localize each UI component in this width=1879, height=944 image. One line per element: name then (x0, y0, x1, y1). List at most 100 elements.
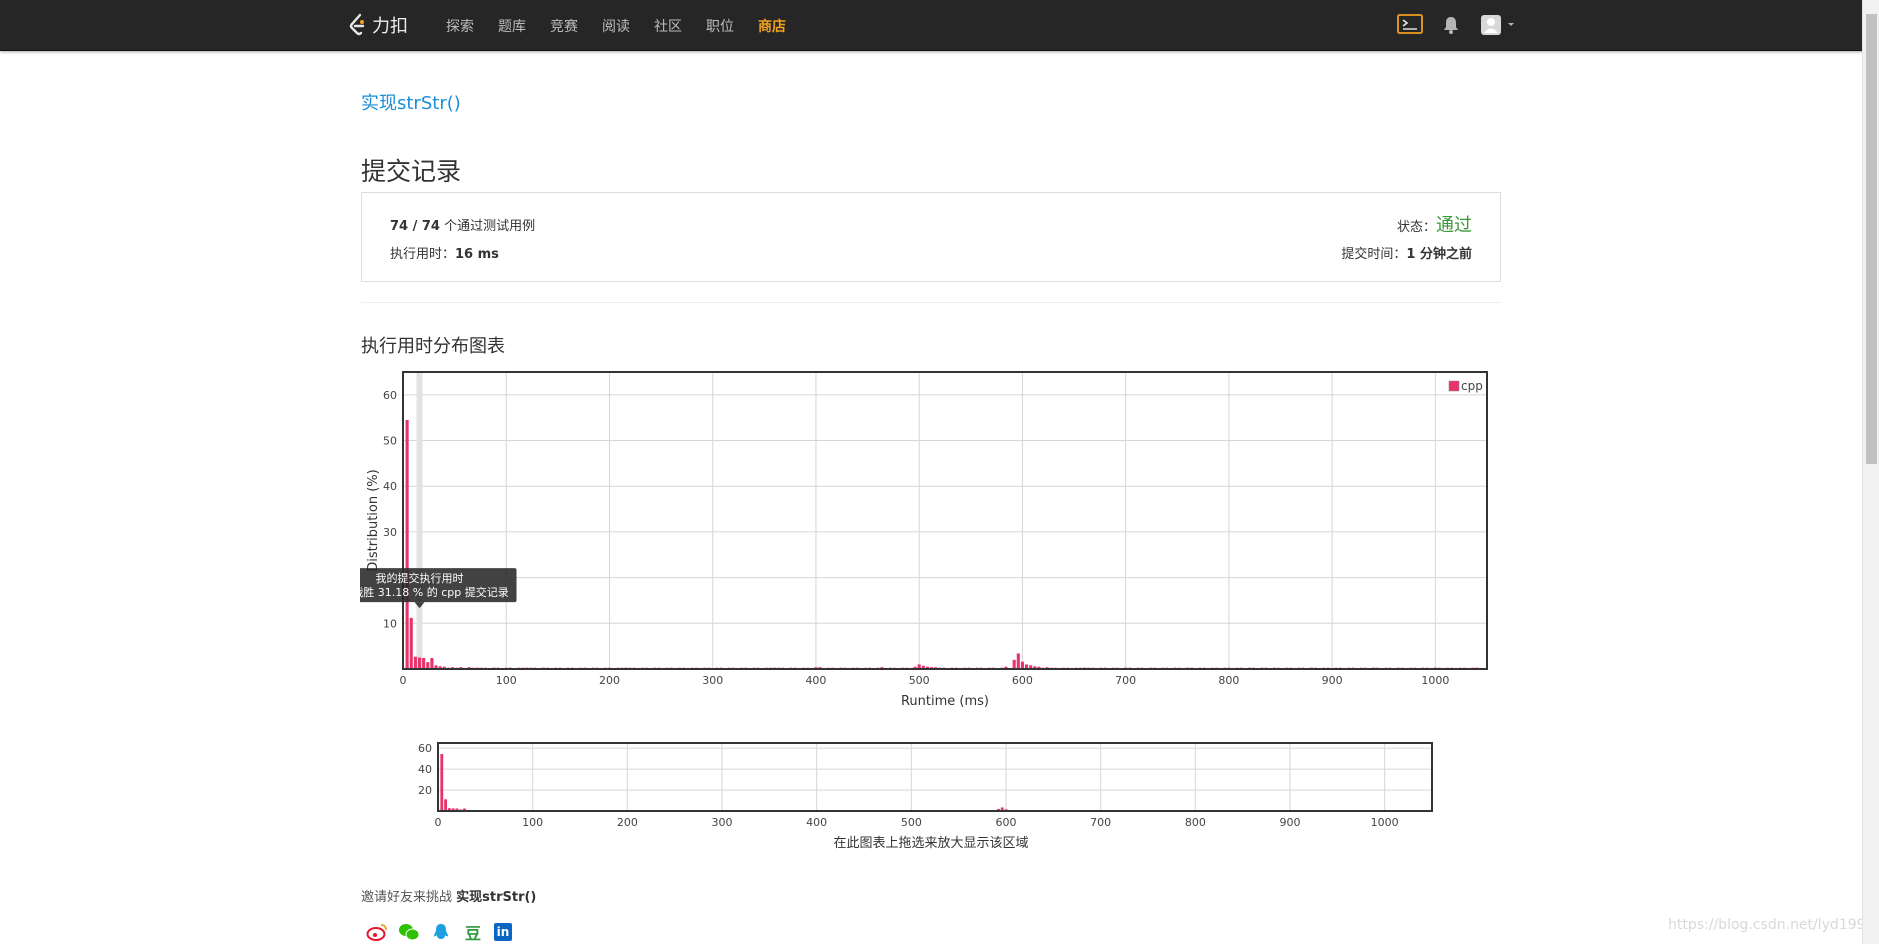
runtime-tooltip-arrow (414, 602, 425, 609)
main-chart-x-tick-label: 800 (1218, 674, 1239, 687)
share-title: 邀请好友来挑战 实现strStr() (361, 886, 536, 905)
main-chart-y-tick-label: 10 (383, 617, 397, 630)
overview-chart-bar (440, 753, 444, 811)
main-chart-x-tick-label: 300 (702, 674, 723, 687)
runtime-tooltip-line1: 我的提交执行用时 (376, 571, 464, 585)
overview-chart-x-tick-label: 600 (996, 816, 1017, 829)
page-title: 提交记录 (361, 157, 462, 186)
test-cases-suffix: 个通过测试用例 (439, 219, 536, 234)
overview-chart-x-tick-label: 100 (522, 816, 543, 829)
qq-icon[interactable] (430, 922, 452, 942)
share-problem: 实现strStr() (456, 890, 537, 905)
overview-chart-x-tick-label: 0 (435, 816, 442, 829)
overview-chart-x-tick-label: 1000 (1371, 816, 1399, 829)
main-chart-x-tick-label: 400 (805, 674, 826, 687)
main-chart-x-tick-label: 100 (496, 674, 517, 687)
share-icons: 豆 in (366, 922, 512, 943)
overview-chart-x-tick-label: 900 (1280, 816, 1301, 829)
overview-chart-x-tick-label: 700 (1090, 816, 1111, 829)
main-chart-y-tick-label: 60 (383, 389, 397, 402)
linkedin-icon[interactable]: in (494, 923, 512, 941)
problem-title-link[interactable]: 实现strStr() (361, 89, 461, 115)
overview-chart-x-tick-label: 500 (901, 816, 922, 829)
overview-chart-x-tick-label: 400 (806, 816, 827, 829)
nav-explore[interactable]: 探索 (446, 16, 474, 36)
playground-icon[interactable] (1397, 13, 1423, 39)
runtime-tooltip-line2: 已经战胜 31.18 % 的 cpp 提交记录 (360, 585, 509, 599)
main-chart-x-tick-label: 600 (1012, 674, 1033, 687)
leetcode-logo[interactable]: 力扣 (347, 12, 408, 38)
runtime-label: 执行用时： (390, 247, 456, 262)
wechat-icon[interactable] (398, 922, 420, 942)
legend-label-cpp: cpp (1461, 379, 1483, 393)
test-cases-row: 74 / 74 个通过测试用例 (390, 215, 535, 234)
runtime-value: 16 ms (455, 247, 499, 262)
main-chart-y-axis-label: Distribution (%) (366, 469, 381, 571)
nav-jobs[interactable]: 职位 (706, 16, 734, 36)
main-chart-bar (426, 662, 430, 669)
main-chart-bar (430, 658, 434, 669)
main-chart-frame (402, 371, 1488, 670)
main-chart-bar (1020, 661, 1024, 669)
runtime-distribution-charts[interactable]: 0100200300400500600700800900100010203040… (322, 364, 1500, 868)
status-label: 状态： (1396, 220, 1436, 235)
top-navbar: 力扣 探索 题库 竞赛 阅读 社区 职位 商店 (0, 0, 1879, 51)
chevron-down-icon (1508, 23, 1514, 26)
main-chart-x-tick-label: 0 (400, 674, 407, 687)
status-value: 通过 (1436, 215, 1472, 236)
main-chart-y-tick-label: 40 (383, 480, 397, 493)
main-chart-group: 0100200300400500600700800900100010203040… (383, 371, 1488, 687)
nav-store[interactable]: 商店 (758, 16, 786, 36)
main-chart-bar (422, 658, 426, 669)
main-chart-bar (405, 419, 409, 669)
runtime-chart-svg[interactable]: 0100200300400500600700800900100010203040… (322, 364, 1500, 864)
notification-bell-icon[interactable] (1442, 15, 1460, 39)
blog-watermark: https://blog.csdn.net/lyd1995 (1668, 917, 1875, 933)
main-chart-bar (413, 656, 417, 669)
main-chart-bar (417, 657, 422, 669)
main-chart-x-axis-label: Runtime (ms) (901, 694, 989, 709)
overview-chart-frame (437, 742, 1433, 812)
main-chart-x-tick-label: 700 (1115, 674, 1136, 687)
overview-chart-y-tick-label: 40 (418, 763, 432, 776)
status-row: 状态： 通过 (1397, 211, 1472, 237)
main-chart-y-tick-label: 50 (383, 435, 397, 448)
main-chart-bar (409, 617, 413, 669)
overview-chart-hint-label: 在此图表上拖选来放大显示该区域 (833, 836, 1028, 851)
main-chart-x-tick-label: 200 (599, 674, 620, 687)
legend-swatch-cpp (1448, 380, 1460, 392)
overview-chart-group: 0 100 200 300 400 500 600 700 800 900 1000 20 40 60 (418, 742, 1433, 829)
main-chart-x-tick-label: 900 (1322, 674, 1343, 687)
main-chart-bar (1016, 653, 1020, 669)
main-chart-highlight-band (416, 372, 423, 669)
overview-chart-x-tick-label: 800 (1185, 816, 1206, 829)
main-chart-x-tick-label: 500 (909, 674, 930, 687)
leetcode-logo-icon (349, 13, 365, 36)
submit-time-row: 提交时间：1 分钟之前 (1341, 243, 1472, 262)
nav-discuss[interactable]: 社区 (654, 16, 682, 36)
douban-icon[interactable]: 豆 (462, 922, 484, 943)
section-divider (361, 302, 1501, 303)
weibo-icon[interactable] (366, 922, 388, 942)
submit-time-label: 提交时间： (1341, 247, 1407, 262)
main-chart-bar (1012, 659, 1016, 669)
submission-result-panel: 74 / 74 个通过测试用例 执行用时：16 ms 状态： 通过 提交时间：1 … (361, 192, 1501, 282)
overview-chart-x-tick-label: 200 (617, 816, 638, 829)
main-chart-x-tick-label: 1000 (1421, 674, 1449, 687)
test-cases-passed: 74 / 74 (390, 219, 440, 234)
submit-time-value: 1 分钟之前 (1406, 247, 1472, 262)
scrollbar-thumb[interactable] (1866, 14, 1877, 464)
page-scrollbar[interactable] (1862, 0, 1879, 944)
runtime-chart-title: 执行用时分布图表 (361, 336, 505, 357)
logo-text: 力扣 (372, 16, 408, 37)
nav-articles[interactable]: 阅读 (602, 16, 630, 36)
runtime-row: 执行用时：16 ms (390, 243, 499, 262)
nav-contest[interactable]: 竞赛 (550, 16, 578, 36)
nav-problemset[interactable]: 题库 (498, 16, 526, 36)
overview-chart-y-tick-label: 20 (418, 784, 432, 797)
main-chart-y-tick-label: 30 (383, 526, 397, 539)
overview-chart-bar (444, 799, 447, 811)
user-avatar-icon[interactable] (1480, 14, 1518, 40)
share-label: 邀请好友来挑战 (361, 890, 457, 905)
overview-chart-y-tick-label: 60 (418, 742, 432, 755)
